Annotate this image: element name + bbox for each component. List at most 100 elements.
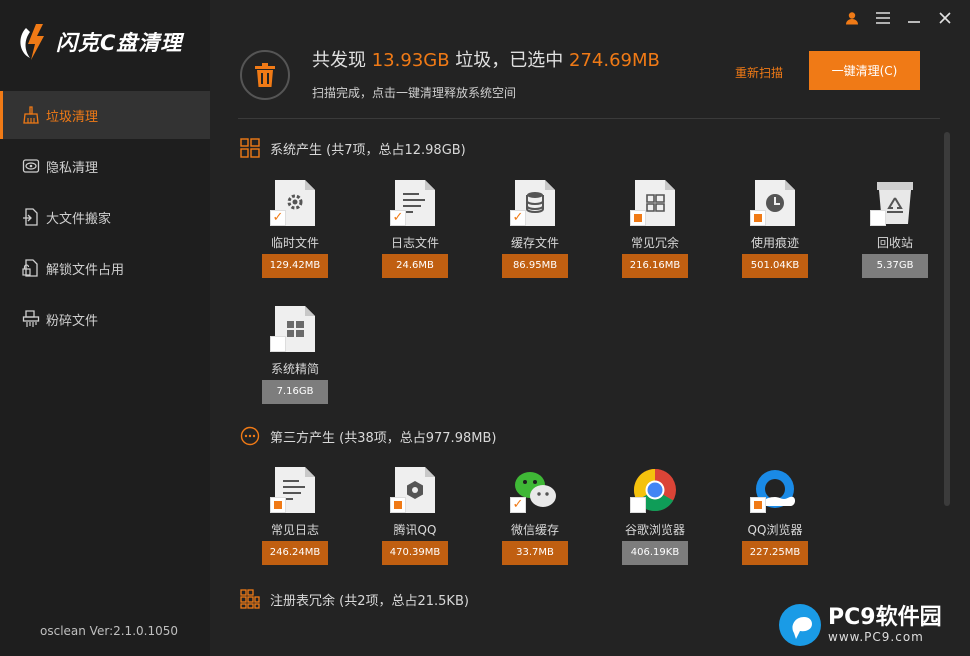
header-divider [238,118,940,119]
sidebar-item-label: 粉碎文件 [46,313,99,329]
item-recycle-bin[interactable]: 回收站 5.37GB [862,180,928,290]
watermark: PC9软件园 www.PC9.com [778,600,963,650]
checkbox[interactable] [270,336,286,352]
section-system-title[interactable]: 系统产生 (共7项，总占12.98GB) [240,138,466,158]
item-size: 406.19KB [622,541,688,565]
main-panel: 共发现 13.93GB 垃圾，已选中 274.69MB 扫描完成，点击一键清理释… [210,0,970,656]
checkbox[interactable] [510,497,526,513]
item-size: 33.7MB [502,541,568,565]
checkbox[interactable] [270,497,286,513]
item-label: 微信缓存 [510,523,559,537]
unlock-file-icon [22,259,40,277]
pc9-logo-icon [779,604,821,646]
sidebar-item-label: 大文件搬家 [46,211,112,227]
item-log-files[interactable]: 日志文件 24.6MB [382,180,448,290]
item-size: 501.04KB [742,254,808,278]
item-chrome[interactable]: 谷歌浏览器 406.19KB [622,467,688,577]
item-label: 常见冗余 [630,236,679,250]
item-usage-traces[interactable]: 使用痕迹 501.04KB [742,180,808,290]
version-label: osclean Ver:2.1.0.1050 [40,624,178,638]
checkbox[interactable] [750,497,766,513]
checkbox[interactable] [750,210,766,226]
broom-icon [22,106,40,124]
item-label: QQ浏览器 [747,523,803,537]
checkbox[interactable] [630,497,646,513]
trash-icon [255,63,275,87]
checkbox[interactable] [870,210,886,226]
section-third-party-title[interactable]: 第三方产生 (共38项，总占977.98MB) [240,426,496,446]
item-label: 使用痕迹 [750,236,799,250]
sidebar-item-unlock-file[interactable]: 解锁文件占用 [0,244,210,292]
minimize-icon[interactable] [898,8,929,28]
item-size: 24.6MB [382,254,448,278]
watermark-title: PC9软件园 [828,605,942,630]
item-label: 日志文件 [390,236,439,250]
item-tencent-qq[interactable]: 腾讯QQ 470.39MB [382,467,448,577]
item-label: 回收站 [876,236,913,250]
menu-icon[interactable] [867,8,898,28]
item-size: 7.16GB [262,380,328,404]
rescan-link[interactable]: 重新扫描 [735,64,783,81]
app-logo: 闪克C盘清理 [16,20,201,64]
item-common-redundancy[interactable]: 常见冗余 216.16MB [622,180,688,290]
more-circle-icon [240,426,260,446]
item-label: 系统精简 [270,362,319,376]
grid-icon [240,138,260,158]
scrollbar[interactable] [944,132,950,506]
found-size: 13.93GB [371,50,450,71]
sidebar-item-label: 解锁文件占用 [46,262,125,278]
close-icon[interactable] [929,8,960,28]
section-title-text: 系统产生 (共7项，总占12.98GB) [270,142,466,158]
item-temp-files[interactable]: 临时文件 129.42MB [262,180,328,290]
sidebar-item-junk-clean[interactable]: 垃圾清理 [0,91,210,139]
eye-icon [22,157,40,175]
summary-middle: 垃圾，已选中 [449,50,570,71]
section-title-text: 注册表冗余 (共2项，总占21.5KB) [270,593,469,609]
checkbox[interactable] [390,210,406,226]
item-qq-browser[interactable]: QQ浏览器 227.25MB [742,467,808,577]
checkbox[interactable] [630,210,646,226]
summary-prefix: 共发现 [312,50,372,71]
window-controls [836,8,960,28]
item-size: 86.95MB [502,254,568,278]
watermark-url: www.PC9.com [828,630,924,644]
item-label: 缓存文件 [510,236,559,250]
item-size: 216.16MB [622,254,688,278]
item-label: 临时文件 [270,236,319,250]
item-size: 246.24MB [262,541,328,565]
item-size: 227.25MB [742,541,808,565]
item-size: 5.37GB [862,254,928,278]
item-cache-files[interactable]: 缓存文件 86.95MB [502,180,568,290]
scan-subtitle: 扫描完成，点击一键清理释放系统空间 [312,86,517,100]
item-label: 腾讯QQ [393,523,437,537]
registry-icon [240,589,260,609]
section-registry-title[interactable]: 注册表冗余 (共2项，总占21.5KB) [240,589,469,609]
app-title: 闪克C盘清理 [56,31,183,55]
checkbox[interactable] [390,497,406,513]
sidebar-item-label: 垃圾清理 [46,109,99,125]
scan-summary-text: 共发现 13.93GB 垃圾，已选中 274.69MB [312,46,660,72]
sidebar: 闪克C盘清理 垃圾清理 隐私清理 大文件搬家 解锁文件占用 粉碎文件 oscle… [0,0,210,656]
sidebar-nav: 垃圾清理 隐私清理 大文件搬家 解锁文件占用 粉碎文件 [0,91,210,346]
sidebar-item-shred-file[interactable]: 粉碎文件 [0,295,210,343]
checkbox[interactable] [270,210,286,226]
lightning-logo-icon [20,24,44,60]
scan-summary-header: 共发现 13.93GB 垃圾，已选中 274.69MB 扫描完成，点击一键清理释… [240,44,950,104]
item-wechat-cache[interactable]: 微信缓存 33.7MB [502,467,568,577]
trash-badge [240,50,290,100]
sidebar-item-privacy-clean[interactable]: 隐私清理 [0,142,210,190]
one-click-clean-button[interactable]: 一键清理(C) [809,51,920,90]
item-label: 常见日志 [270,523,319,537]
section-title-text: 第三方产生 (共38项，总占977.98MB) [270,430,497,446]
item-size: 470.39MB [382,541,448,565]
item-system-slim[interactable]: 系统精简 7.16GB [262,306,328,416]
sidebar-item-large-file-move[interactable]: 大文件搬家 [0,193,210,241]
selected-size: 274.69MB [569,50,660,71]
move-file-icon [22,208,40,226]
checkbox[interactable] [510,210,526,226]
item-label: 谷歌浏览器 [624,523,685,537]
item-common-logs[interactable]: 常见日志 246.24MB [262,467,328,577]
shredder-icon [22,310,40,328]
user-icon[interactable] [836,8,867,28]
item-size: 129.42MB [262,254,328,278]
